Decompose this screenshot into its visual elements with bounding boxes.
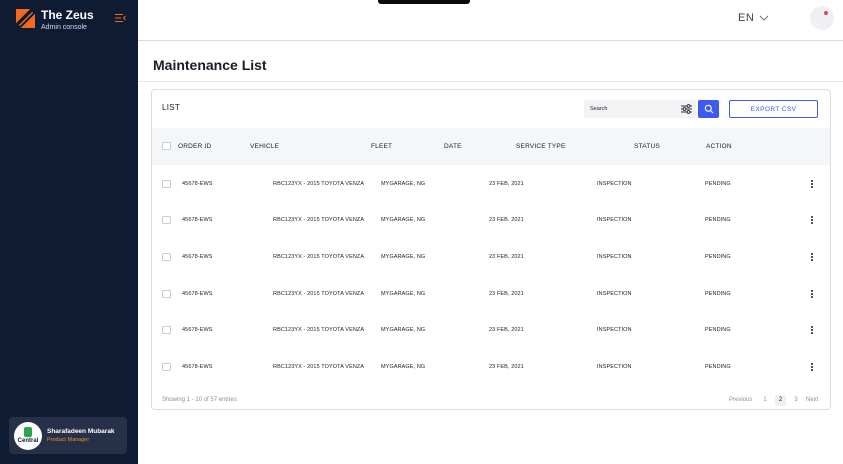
cell-vehicle: RBC123YX - 2015 TOYOTA VENZA	[273, 327, 365, 333]
search-button[interactable]	[698, 100, 719, 118]
user-profile-card[interactable]: Central Sharafadeen Mubarak Product Mana…	[9, 417, 127, 454]
cell-date: 23 FEB, 2021	[489, 181, 524, 187]
central-logo-icon	[24, 427, 32, 437]
entries-summary: Showing 1 - 10 of 57 entries	[162, 397, 237, 403]
cell-date: 23 FEB, 2021	[489, 291, 524, 297]
table-row: 45678-EWS RBC123YX - 2015 TOYOTA VENZA M…	[152, 239, 830, 275]
cell-order-id: 45678-EWS	[182, 254, 213, 260]
column-header-date[interactable]: DATE	[444, 143, 462, 150]
export-csv-button[interactable]: EXPORT CSV	[729, 100, 818, 118]
table-row: 45678-EWS RBC123YX - 2015 TOYOTA VENZA M…	[152, 312, 830, 348]
profile-menu-button[interactable]	[810, 6, 834, 30]
row-checkbox[interactable]	[162, 363, 171, 371]
cell-service-type: INSPECTION	[597, 254, 632, 260]
kebab-menu-icon[interactable]	[808, 362, 816, 372]
cell-vehicle: RBC123YX - 2015 TOYOTA VENZA	[273, 291, 365, 297]
menu-collapse-icon[interactable]	[115, 13, 126, 23]
title-divider	[138, 81, 843, 82]
cell-service-type: INSPECTION	[597, 291, 632, 297]
user-info: Sharafadeen Mubarak Product Manager	[47, 427, 115, 445]
pagination-page-2[interactable]: 2	[775, 395, 786, 406]
table-row: 45678-EWS RBC123YX - 2015 TOYOTA VENZA M…	[152, 276, 830, 312]
cell-service-type: INSPECTION	[597, 327, 632, 333]
column-header-vehicle[interactable]: VEHICLE	[250, 143, 279, 150]
brand-text: The Zeus Admin console	[41, 8, 94, 32]
cell-status: PENDING	[705, 327, 731, 333]
row-checkbox[interactable]	[162, 253, 171, 261]
cell-vehicle: RBC123YX - 2015 TOYOTA VENZA	[273, 181, 365, 187]
table-header: ORDER ID VEHICLE FLEET DATE SERVICE TYPE…	[152, 128, 830, 165]
search-icon	[704, 104, 713, 114]
cell-vehicle: RBC123YX - 2015 TOYOTA VENZA	[273, 364, 365, 370]
language-selector[interactable]: EN	[738, 12, 769, 24]
row-checkbox[interactable]	[162, 216, 171, 224]
search-input[interactable]	[590, 100, 678, 118]
avatar: Central	[14, 421, 42, 450]
cell-order-id: 45678-EWS	[182, 217, 213, 223]
cell-fleet: MYGARAGE, NG	[381, 254, 426, 260]
user-role: Product Manager	[47, 436, 90, 443]
list-title: LIST	[162, 103, 181, 112]
cell-fleet: MYGARAGE, NG	[381, 327, 426, 333]
brand[interactable]: The Zeus Admin console	[16, 8, 94, 32]
notification-dot	[824, 11, 828, 15]
kebab-menu-icon[interactable]	[808, 179, 816, 189]
table-row: 45678-EWS RBC123YX - 2015 TOYOTA VENZA M…	[152, 349, 830, 385]
cell-fleet: MYGARAGE, NG	[381, 181, 426, 187]
cell-service-type: INSPECTION	[597, 181, 632, 187]
column-header-status[interactable]: STATUS	[634, 143, 660, 150]
kebab-menu-icon[interactable]	[808, 252, 816, 262]
kebab-menu-icon[interactable]	[808, 325, 816, 335]
kebab-menu-icon[interactable]	[808, 215, 816, 225]
search-box	[584, 100, 696, 118]
page-title: Maintenance List	[153, 57, 267, 73]
cell-fleet: MYGARAGE, NG	[381, 291, 426, 297]
cell-date: 23 FEB, 2021	[489, 217, 524, 223]
topbar: EN	[138, 0, 843, 41]
table-row: 45678-EWS RBC123YX - 2015 TOYOTA VENZA M…	[152, 202, 830, 238]
cell-date: 23 FEB, 2021	[489, 254, 524, 260]
table-row: 45678-EWS RBC123YX - 2015 TOYOTA VENZA M…	[152, 166, 830, 202]
pagination-page-1[interactable]: 1	[762, 395, 768, 406]
sidebar: The Zeus Admin console Central Sharafade…	[0, 0, 138, 464]
row-checkbox[interactable]	[162, 180, 171, 188]
column-header-order-id[interactable]: ORDER ID	[178, 143, 211, 150]
cell-fleet: MYGARAGE, NG	[381, 217, 426, 223]
user-name: Sharafadeen Mubarak	[47, 427, 115, 435]
avatar-label: Central	[17, 438, 39, 444]
cell-order-id: 45678-EWS	[182, 181, 213, 187]
cell-service-type: INSPECTION	[597, 364, 632, 370]
cell-order-id: 45678-EWS	[182, 364, 213, 370]
cell-service-type: INSPECTION	[597, 217, 632, 223]
row-checkbox[interactable]	[162, 326, 171, 334]
column-header-action[interactable]: ACTION	[706, 143, 732, 150]
cell-order-id: 45678-EWS	[182, 291, 213, 297]
cell-date: 23 FEB, 2021	[489, 327, 524, 333]
cell-status: PENDING	[705, 254, 731, 260]
pagination-previous[interactable]: Previous	[729, 395, 752, 406]
zeus-logo-icon	[16, 9, 35, 28]
select-all-checkbox[interactable]	[162, 142, 171, 150]
cell-order-id: 45678-EWS	[182, 327, 213, 333]
column-header-fleet[interactable]: FLEET	[371, 143, 392, 150]
cell-vehicle: RBC123YX - 2015 TOYOTA VENZA	[273, 254, 365, 260]
chevron-down-icon	[759, 15, 769, 21]
maintenance-list-card: LIST EXPORT CSV ORDER ID VEHICLE FLEET D…	[151, 89, 831, 410]
pagination-page-3[interactable]: 3	[793, 395, 799, 406]
cell-status: PENDING	[705, 291, 731, 297]
kebab-menu-icon[interactable]	[808, 289, 816, 299]
column-header-service-type[interactable]: SERVICE TYPE	[516, 143, 565, 150]
cell-date: 23 FEB, 2021	[489, 364, 524, 370]
cell-fleet: MYGARAGE, NG	[381, 364, 426, 370]
cell-status: PENDING	[705, 181, 731, 187]
cell-status: PENDING	[705, 364, 731, 370]
row-checkbox[interactable]	[162, 290, 171, 298]
brand-subtitle: Admin console	[41, 24, 87, 31]
language-label: EN	[738, 12, 755, 24]
filter-sliders-icon[interactable]	[681, 104, 692, 114]
brand-title: The Zeus	[41, 8, 94, 22]
cell-status: PENDING	[705, 217, 731, 223]
cell-vehicle: RBC123YX - 2015 TOYOTA VENZA	[273, 217, 365, 223]
pagination-next[interactable]: Next	[806, 395, 818, 406]
